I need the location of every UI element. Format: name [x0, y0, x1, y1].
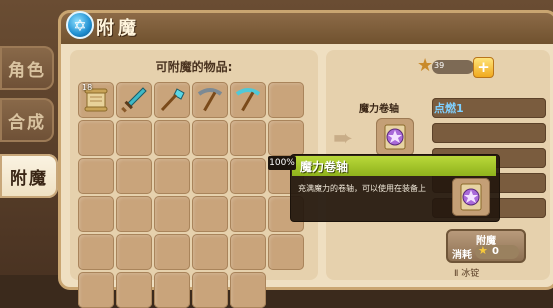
inventory-title: 可附魔的物品:	[155, 60, 233, 74]
inventory-slot[interactable]	[192, 82, 228, 118]
inventory-slot[interactable]	[268, 234, 304, 270]
inventory-slot[interactable]	[192, 158, 228, 194]
inventory-slot[interactable]	[230, 120, 266, 156]
inventory-slot[interactable]	[230, 196, 266, 232]
inventory-slot[interactable]	[78, 196, 114, 232]
star-cost-icon: ★	[478, 244, 488, 257]
inventory-slot[interactable]	[116, 196, 152, 232]
add-currency-button[interactable]: +	[473, 57, 494, 78]
enchant-slot[interactable]	[432, 123, 546, 143]
tab-character-label: 角色	[8, 60, 46, 81]
inventory-slot[interactable]	[116, 120, 152, 156]
pickaxe-icon	[197, 88, 223, 112]
inventory-slot[interactable]	[192, 272, 228, 308]
arrow-right-icon: ➨	[333, 124, 354, 152]
tab-character[interactable]: 角色	[0, 46, 54, 90]
inventory-slot[interactable]	[154, 158, 190, 194]
inventory-slot[interactable]	[192, 234, 228, 270]
cost-value: 0	[492, 246, 499, 257]
currency-value: 39	[434, 61, 445, 70]
tooltip-title: 魔力卷轴	[300, 160, 349, 174]
inventory-slot[interactable]	[116, 158, 152, 194]
inventory-slot[interactable]	[230, 82, 266, 118]
sword-icon	[121, 87, 147, 113]
tab-enchant[interactable]: 附魔	[0, 154, 58, 198]
tooltip-description: 充满魔力的卷轴，可以使用在装备上	[298, 184, 426, 193]
inventory-slot[interactable]	[154, 120, 190, 156]
star-of-david-icon: ✡	[66, 11, 94, 39]
inventory-slot[interactable]	[78, 158, 114, 194]
inventory-slot[interactable]	[154, 82, 190, 118]
inventory-slot[interactable]	[116, 234, 152, 270]
inventory-slot[interactable]	[230, 158, 266, 194]
tab-crafting[interactable]: 合成	[0, 98, 54, 142]
inventory-slot[interactable]	[78, 272, 114, 308]
cost-label: 消耗	[452, 250, 472, 261]
item-count: 18	[82, 83, 93, 92]
inventory-slot[interactable]	[154, 234, 190, 270]
inventory-grid: 18	[78, 82, 304, 308]
inventory-slot[interactable]	[154, 196, 190, 232]
tab-crafting-label: 合成	[8, 112, 46, 133]
inventory-slot[interactable]	[192, 120, 228, 156]
magic-scroll-icon	[384, 124, 406, 150]
inventory-slot[interactable]	[268, 82, 304, 118]
inventory-slot[interactable]	[268, 120, 304, 156]
magic-scroll-icon	[460, 183, 482, 211]
inventory-slot[interactable]	[78, 120, 114, 156]
percent-badge: 100%	[268, 156, 296, 170]
tab-enchant-label: 附魔	[10, 168, 48, 189]
inventory-slot[interactable]	[192, 196, 228, 232]
bottom-text: Ⅱ 冰锭	[454, 269, 480, 279]
page-title: 附魔	[96, 18, 140, 39]
inventory-slot[interactable]	[78, 234, 114, 270]
shovel-icon	[160, 88, 185, 112]
inventory-slot[interactable]	[230, 234, 266, 270]
enchant-slot-text: 点燃1	[434, 102, 464, 115]
inventory-slot[interactable]	[116, 272, 152, 308]
inventory-slot[interactable]	[154, 272, 190, 308]
tooltip-item-icon	[452, 178, 490, 216]
inventory-slot[interactable]	[116, 82, 152, 118]
inventory-slot[interactable]: 18	[78, 82, 114, 118]
star-currency-icon: ★	[417, 55, 434, 76]
scroll-slot[interactable]	[376, 118, 414, 156]
scroll-label: 魔力卷轴	[359, 104, 399, 115]
inventory-slot[interactable]	[230, 272, 266, 308]
pickaxe-icon	[235, 88, 261, 112]
